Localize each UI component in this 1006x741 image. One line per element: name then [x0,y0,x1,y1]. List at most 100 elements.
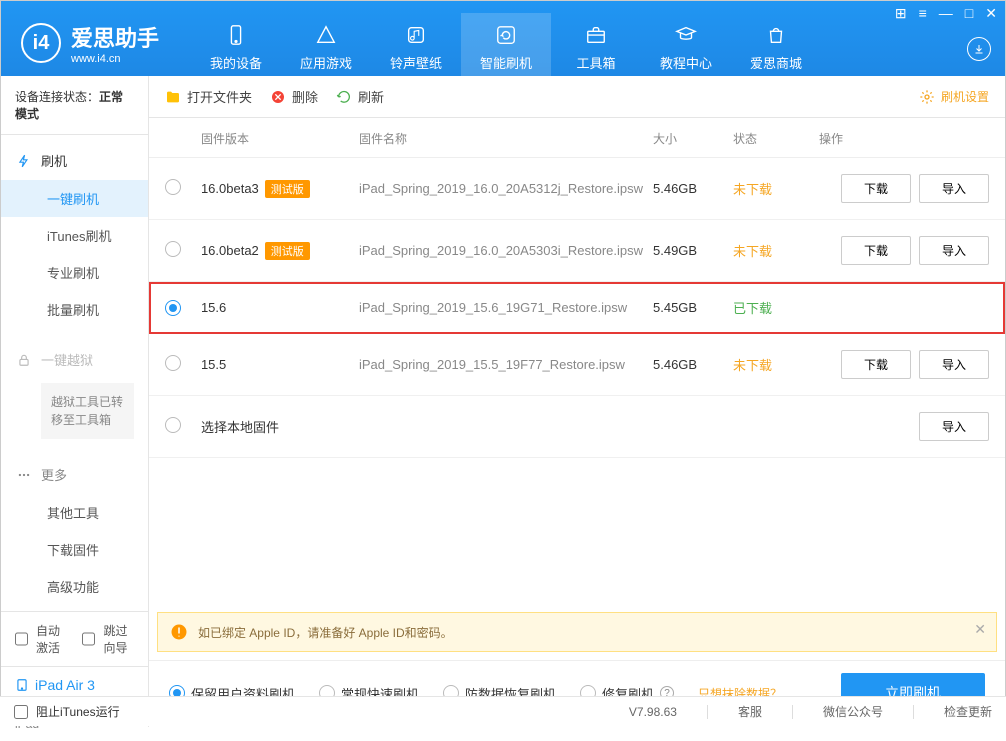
folder-icon [165,89,181,105]
nav-store[interactable]: 爱思商城 [731,13,821,76]
fw-name: iPad_Spring_2019_16.0_20A5312j_Restore.i… [359,181,653,196]
open-folder-button[interactable]: 打开文件夹 [165,87,252,106]
fw-version: 16.0beta3测试版 [201,180,359,198]
nav-flash[interactable]: 智能刷机 [461,13,551,76]
sidebar-one-click-flash[interactable]: 一键刷机 [1,180,148,217]
sidebar-options: 自动激活 跳过向导 [1,611,148,666]
block-itunes-checkbox[interactable] [14,705,28,719]
music-icon [404,23,428,47]
status-bar: 阻止iTunes运行 V7.98.63 客服 微信公众号 检查更新 [0,696,1006,726]
fw-status: 未下载 [733,355,819,374]
firmware-radio[interactable] [165,355,181,371]
sidebar-flash-section[interactable]: 刷机 [1,141,148,180]
local-firmware-radio[interactable] [165,417,181,433]
nav-tutorial[interactable]: 教程中心 [641,13,731,76]
nav-apps[interactable]: 应用游戏 [281,13,371,76]
refresh-icon [494,23,518,47]
col-ops: 操作 [819,130,989,147]
import-button[interactable]: 导入 [919,236,989,265]
wc-menu-icon[interactable]: ≡ [919,5,927,22]
import-button[interactable]: 导入 [919,174,989,203]
header-right [967,37,991,61]
download-button[interactable]: 下载 [841,236,911,265]
fw-version: 15.6 [201,300,359,315]
wc-maximize-icon[interactable]: □ [965,5,973,22]
firmware-row[interactable]: 16.0beta3测试版iPad_Spring_2019_16.0_20A531… [149,158,1005,220]
download-button[interactable]: 下载 [841,174,911,203]
col-version: 固件版本 [201,130,359,147]
wechat-link[interactable]: 微信公众号 [823,703,883,720]
download-manager-button[interactable] [967,37,991,61]
app-url: www.i4.cn [71,53,159,65]
main-nav: 我的设备 应用游戏 铃声壁纸 智能刷机 工具箱 教程中心 爱思商城 [191,13,821,76]
version-label: V7.98.63 [629,705,677,719]
close-warning-button[interactable]: ✕ [974,621,986,638]
firmware-radio[interactable] [165,241,181,257]
delete-icon [270,89,286,105]
flash-icon [17,154,31,168]
import-button[interactable]: 导入 [919,350,989,379]
apps-icon [314,23,338,47]
import-button[interactable]: 导入 [919,412,989,441]
nav-my-device[interactable]: 我的设备 [191,13,281,76]
logo-icon: i4 [21,23,61,63]
firmware-row[interactable]: 15.6iPad_Spring_2019_15.6_19G71_Restore.… [149,282,1005,334]
local-firmware-row[interactable]: 选择本地固件 导入 [149,396,1005,458]
warning-bar: 如已绑定 Apple ID，请准备好 Apple ID和密码。 ✕ [157,612,997,652]
tablet-icon [15,678,29,692]
firmware-row[interactable]: 15.5iPad_Spring_2019_15.5_19F77_Restore.… [149,334,1005,396]
window-controls: ⊞ ≡ — □ ✕ [895,5,997,22]
store-icon [764,23,788,47]
wc-grid-icon[interactable]: ⊞ [895,5,907,22]
sidebar-more-section[interactable]: 更多 [1,455,148,494]
fw-name: iPad_Spring_2019_16.0_20A5303i_Restore.i… [359,243,653,258]
flash-settings-button[interactable]: 刷机设置 [919,88,989,105]
auto-activate-checkbox[interactable] [15,632,28,646]
beta-badge: 测试版 [265,242,310,260]
col-name: 固件名称 [359,130,653,147]
app-name: 爱思助手 [71,26,159,51]
fw-size: 5.46GB [653,357,733,372]
fw-status: 已下载 [733,298,819,317]
delete-button[interactable]: 删除 [270,87,318,106]
toolbar: 打开文件夹 删除 刷新 刷机设置 [149,76,1005,118]
skip-guide-checkbox[interactable] [82,632,95,646]
fw-size: 5.45GB [653,300,733,315]
table-header: 固件版本 固件名称 大小 状态 操作 [149,118,1005,158]
firmware-row[interactable]: 16.0beta2测试版iPad_Spring_2019_16.0_20A530… [149,220,1005,282]
sidebar-other-tools[interactable]: 其他工具 [1,494,148,531]
device-name[interactable]: iPad Air 3 [15,677,134,693]
check-update-link[interactable]: 检查更新 [944,703,992,720]
col-size: 大小 [653,130,733,147]
sidebar-pro-flash[interactable]: 专业刷机 [1,254,148,291]
sidebar: 设备连接状态：正常模式 刷机 一键刷机 iTunes刷机 专业刷机 批量刷机 一… [1,76,149,727]
sidebar-download-fw[interactable]: 下载固件 [1,531,148,568]
device-icon [224,23,248,47]
warning-icon [170,623,188,641]
lock-icon [17,353,31,367]
sidebar-jailbreak-section: 一键越狱 [1,340,148,379]
wc-close-icon[interactable]: ✕ [985,5,997,22]
more-icon [17,468,31,482]
col-status: 状态 [733,130,819,147]
app-header: ⊞ ≡ — □ ✕ i4 爱思助手 www.i4.cn 我的设备 应用游戏 铃声… [1,1,1005,76]
jailbreak-note: 越狱工具已转移至工具箱 [41,383,134,439]
nav-ringtone[interactable]: 铃声壁纸 [371,13,461,76]
firmware-radio[interactable] [165,300,181,316]
nav-toolbox[interactable]: 工具箱 [551,13,641,76]
wc-minimize-icon[interactable]: — [939,5,953,22]
connection-status: 设备连接状态：正常模式 [1,76,148,135]
main-content: 打开文件夹 删除 刷新 刷机设置 固件版本 固件名称 大小 状态 [149,76,1005,727]
sidebar-advanced[interactable]: 高级功能 [1,568,148,605]
firmware-radio[interactable] [165,179,181,195]
sidebar-itunes-flash[interactable]: iTunes刷机 [1,217,148,254]
download-button[interactable]: 下载 [841,350,911,379]
fw-version: 16.0beta2测试版 [201,242,359,260]
refresh-button[interactable]: 刷新 [336,87,384,106]
tutorial-icon [674,23,698,47]
fw-status: 未下载 [733,179,819,198]
sidebar-batch-flash[interactable]: 批量刷机 [1,291,148,328]
gear-icon [919,89,935,105]
fw-size: 5.49GB [653,243,733,258]
support-link[interactable]: 客服 [738,703,762,720]
